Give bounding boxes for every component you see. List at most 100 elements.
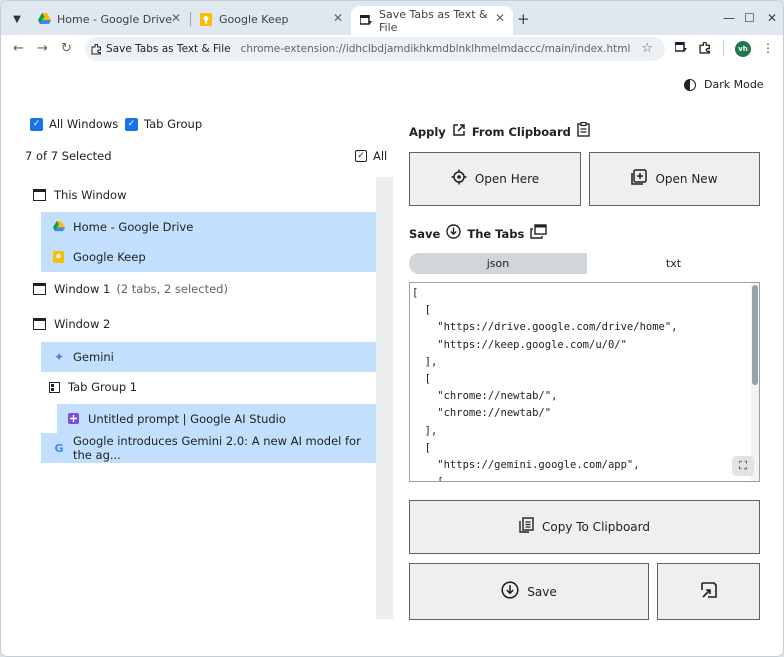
open-new-label: Open New [655,172,718,186]
tab-title: Home - Google Drive [73,220,194,234]
browser-window: ▼ Home - Google Drive ✕ Google Keep ✕ Sa… [0,0,784,657]
tab-title: Untitled prompt | Google AI Studio [88,412,286,426]
tree-scrollbar[interactable] [376,177,393,619]
tab-row[interactable]: G Google introduces Gemini 2.0: A new AI… [41,433,376,463]
save-as-button[interactable] [657,563,760,620]
browser-toolbar: ← → ↻ Save Tabs as Text & File chrome-ex… [1,35,783,64]
new-tab-icon[interactable]: + [517,10,530,28]
copy-icon [519,517,534,537]
tab-group-icon [49,381,60,393]
site-chip[interactable]: Save Tabs as Text & File [91,43,231,55]
maximize-icon[interactable]: ☐ [744,11,755,25]
tab-title: Gemini [73,350,114,364]
all-windows-label: All Windows [49,117,119,131]
minimize-icon[interactable]: — [723,11,735,25]
checkmark-icon: ✓ [30,117,43,131]
gemini-sparkle-icon: ✦ [53,350,65,364]
open-here-label: Open Here [474,172,540,186]
format-tabs: json txt [409,253,760,274]
checkmark-icon: ✓ [125,117,138,131]
open-here-button[interactable]: Open Here [409,152,581,206]
google-g-icon: G [54,441,64,455]
google-drive-icon [53,221,65,233]
close-icon[interactable]: ✕ [333,11,343,25]
back-icon[interactable]: ← [13,41,24,56]
extensions-puzzle-icon[interactable] [699,41,711,57]
save-button-label: Save [527,584,557,599]
close-window-icon[interactable]: ✕ [767,11,777,25]
save-button[interactable]: Save [409,563,649,620]
tab-group-label: Tab Group [144,117,203,131]
url-text: chrome-extension://idhclbdjamdikhkmdblnk… [240,43,631,55]
tab-group-checkbox[interactable]: ✓ Tab Group [125,117,202,131]
tab-txt[interactable]: txt [587,253,760,274]
tab-title: Google introduces Gemini 2.0: A new AI m… [73,434,361,462]
tab-group-row[interactable]: Tab Group 1 [49,372,376,402]
tab-json[interactable]: json [409,253,587,274]
google-drive-icon [37,12,51,26]
copy-button-label: Copy To Clipboard [541,520,651,534]
window-info: (2 tabs, 2 selected) [116,282,228,296]
menu-kebab-icon[interactable]: ⋮ [762,41,774,55]
clipboard-icon [577,121,590,141]
tab-row[interactable]: ✦ Gemini [41,342,376,372]
dark-mode-toggle[interactable]: Dark Mode [684,78,764,91]
star-icon[interactable]: ☆ [641,41,653,56]
avatar[interactable]: vh [735,41,751,57]
tab-search-icon[interactable]: ▼ [7,9,27,29]
window-label: Window 1 [54,282,111,296]
select-all-label: All [373,149,388,163]
forward-icon[interactable]: → [37,41,48,56]
tab-group-label: Tab Group 1 [68,380,138,394]
tab-row[interactable]: Google Keep [41,242,376,272]
ai-studio-icon [68,413,80,425]
extension-action-icon[interactable] [674,41,687,56]
window-icon [33,283,46,295]
external-link-icon [452,123,466,141]
dark-mode-label: Dark Mode [704,78,764,91]
add-window-icon [631,169,648,189]
browser-tab-title: Google Keep [219,12,289,26]
site-chip-label: Save Tabs as Text & File [106,43,231,55]
tab-strip: ▼ Home - Google Drive ✕ Google Keep ✕ Sa… [1,1,783,35]
close-icon[interactable]: ✕ [495,11,505,25]
save-section-label: Save The Tabs [409,224,553,243]
checkmark-icon: ✓ [355,150,367,162]
tab-row[interactable]: Home - Google Drive [41,212,376,242]
address-bar[interactable]: Save Tabs as Text & File chrome-extensio… [85,37,665,61]
window-label: This Window [54,188,127,202]
contrast-icon [684,78,696,91]
output-code: [ [ "https://drive.google.com/drive/home… [412,287,678,481]
close-icon[interactable]: ✕ [171,11,181,25]
browser-tab-drive[interactable]: Home - Google Drive ✕ [29,6,189,32]
browser-tab-keep[interactable]: Google Keep ✕ [191,6,351,32]
apply-section-label: Apply From Clipboard [409,121,596,141]
tab-title: Google Keep [73,250,146,264]
copy-to-clipboard-button[interactable]: Copy To Clipboard [409,500,760,554]
extension-favicon-icon [359,14,373,28]
window-row-window-2[interactable]: Window 2 [33,309,376,339]
fullscreen-icon[interactable]: ⛶ [732,456,754,476]
window-row-this-window[interactable]: This Window [33,180,376,210]
browser-tab-save-tabs[interactable]: Save Tabs as Text & File ✕ [351,6,513,35]
google-keep-icon [53,251,65,263]
download-circle-icon [446,224,462,243]
code-scrollbar[interactable] [751,283,759,481]
window-row-window-1[interactable]: Window 1 (2 tabs, 2 selected) [33,274,376,304]
reload-icon[interactable]: ↻ [61,41,72,56]
save-as-icon [700,581,718,603]
extension-page: Dark Mode ✓ All Windows ✓ Tab Group 7 of… [1,64,783,656]
window-icon [33,189,46,201]
target-icon [451,169,467,189]
window-label: Window 2 [54,317,111,331]
tab-row[interactable]: Untitled prompt | Google AI Studio [57,404,376,434]
select-all-checkbox[interactable]: ✓ All [355,149,387,163]
all-windows-checkbox[interactable]: ✓ All Windows [30,117,118,131]
browser-tab-title: Save Tabs as Text & File [379,7,488,34]
browser-tab-title: Home - Google Drive [57,12,173,26]
extension-puzzle-icon [91,43,101,54]
open-new-button[interactable]: Open New [589,152,760,206]
copy-windows-icon [530,224,548,243]
output-textarea[interactable]: [ [ "https://drive.google.com/drive/home… [409,282,760,482]
download-circle-icon [501,580,519,603]
